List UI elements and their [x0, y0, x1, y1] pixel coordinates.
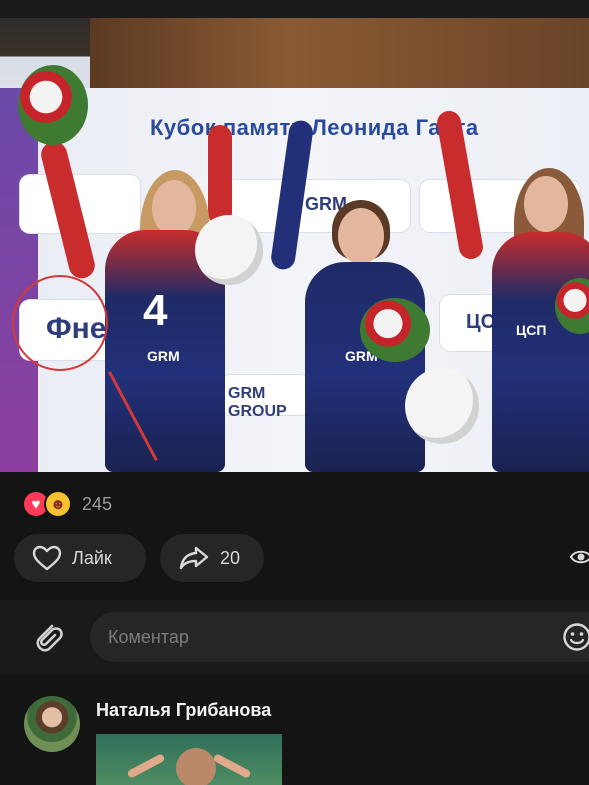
venue-roof	[90, 18, 589, 88]
helmet	[405, 368, 479, 444]
comment-author[interactable]: Наталья Грибанова	[96, 700, 271, 721]
banner-title: Кубок памяти Леонида Гарта	[150, 115, 479, 140]
squirrel-arm	[126, 753, 166, 779]
banner-strip	[0, 88, 38, 472]
heart-outline-icon	[32, 545, 62, 571]
suit-logo: GRM	[147, 348, 180, 364]
athlete-middle: GRM	[305, 262, 425, 472]
comment-input[interactable]	[90, 612, 589, 662]
paperclip-icon[interactable]	[30, 618, 64, 654]
helmet	[195, 215, 263, 285]
squirrel	[176, 748, 216, 785]
red-circle-annotation	[12, 275, 108, 371]
reactions-summary[interactable]: ♥ ☻ 245	[24, 490, 112, 518]
flower-bouquet	[18, 65, 88, 145]
comment-item: Наталья Грибанова	[0, 684, 589, 785]
comment-attached-image[interactable]	[96, 734, 282, 785]
athlete-face	[152, 180, 196, 236]
emoji-icon[interactable]	[562, 622, 589, 652]
athlete-right: ЦСП	[492, 232, 589, 472]
heart-eyes-reaction-icon: ☻	[44, 490, 72, 518]
sponsor-tile: GRM GROUP	[220, 375, 310, 420]
athlete-face	[524, 176, 568, 232]
sponsor-logo: GRM GROUP	[228, 385, 287, 420]
eye-icon	[570, 550, 589, 564]
share-count: 20	[220, 547, 241, 568]
like-button[interactable]: Лайк	[14, 534, 146, 582]
flower-bouquet	[360, 298, 430, 362]
suit-number: 4	[143, 286, 168, 335]
share-arrow-icon	[179, 546, 209, 570]
avatar[interactable]	[24, 696, 80, 752]
like-label: Лайк	[72, 547, 112, 568]
suit-logo: ЦСП	[516, 322, 547, 338]
share-button[interactable]: 20	[160, 534, 264, 582]
raised-arm	[208, 125, 232, 225]
reactions-count: 245	[82, 493, 113, 514]
post-photo[interactable]: Кубок памяти Леонида Гарта Фнерг GRM GRM…	[0, 0, 589, 472]
photo-top-edge	[0, 0, 589, 18]
athlete-face	[338, 208, 384, 264]
squirrel-arm	[212, 753, 252, 779]
